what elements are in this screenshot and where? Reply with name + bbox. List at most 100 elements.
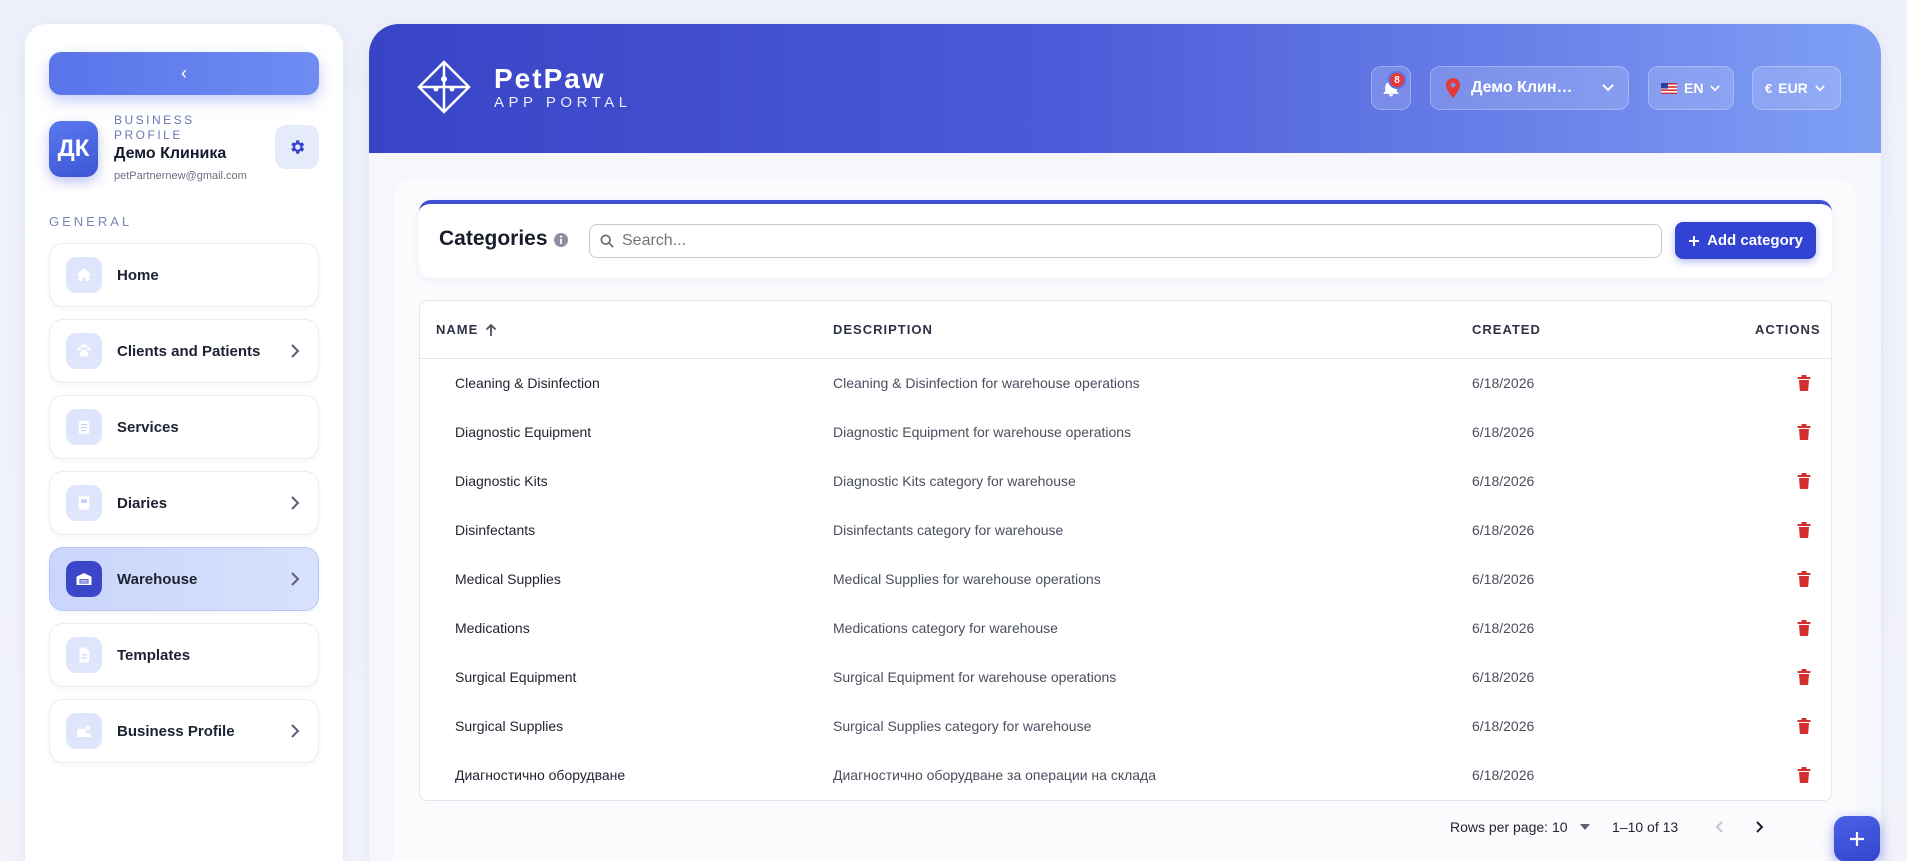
- caret-down-icon: [1579, 824, 1590, 830]
- cell-name: Medications: [455, 620, 530, 636]
- collapse-sidebar-button[interactable]: ‹: [49, 52, 319, 95]
- petpaw-logo-icon: [417, 60, 471, 114]
- categories-toolbar: Categories Add category: [419, 200, 1832, 278]
- cell-created: 6/18/2026: [1472, 718, 1535, 734]
- clinic-select-value: Демо Клин…: [1471, 79, 1573, 96]
- location-pin-icon: [1446, 78, 1460, 98]
- delete-icon[interactable]: [1797, 571, 1811, 587]
- profile-settings-button[interactable]: [275, 125, 319, 169]
- sidebar-item-templates[interactable]: Templates: [49, 623, 319, 687]
- book-icon: [66, 485, 102, 521]
- table-row[interactable]: Medications Medications category for ware…: [420, 604, 1831, 653]
- table-row[interactable]: Cleaning & Disinfection Cleaning & Disinf…: [420, 359, 1831, 408]
- cell-description: Surgical Supplies category for warehouse: [833, 718, 1092, 734]
- table-row[interactable]: Surgical Equipment Surgical Equipment for…: [420, 653, 1831, 702]
- brand-subtitle: APP PORTAL: [494, 93, 632, 111]
- sidebar-item-label: Home: [117, 266, 159, 284]
- cell-description: Surgical Equipment for warehouse operati…: [833, 669, 1117, 685]
- cell-created: 6/18/2026: [1472, 571, 1535, 587]
- plus-icon: [1850, 832, 1864, 846]
- sidebar-item-business-profile[interactable]: Business Profile: [49, 699, 319, 763]
- brand[interactable]: PetPaw APP PORTAL: [416, 59, 632, 115]
- chevron-right-icon: [291, 344, 300, 358]
- next-page-icon[interactable]: [1749, 817, 1769, 837]
- add-category-label: Add category: [1707, 232, 1803, 249]
- column-header-created: CREATED: [1472, 322, 1541, 337]
- column-header-name[interactable]: NAME: [436, 322, 497, 337]
- cell-name: Cleaning & Disinfection: [455, 375, 600, 391]
- sidebar-nav: Home Clients and Patients Services Diari…: [49, 243, 319, 763]
- delete-icon[interactable]: [1797, 620, 1811, 636]
- sidebar-item-clients-and-patients[interactable]: Clients and Patients: [49, 319, 319, 383]
- delete-icon[interactable]: [1797, 767, 1811, 783]
- chevron-down-icon: [1815, 84, 1825, 91]
- sidebar-item-diaries[interactable]: Diaries: [49, 471, 319, 535]
- floating-add-button[interactable]: [1834, 816, 1880, 861]
- search-field[interactable]: [589, 224, 1662, 258]
- rows-per-page-label: Rows per page:: [1450, 819, 1549, 835]
- profile-kicker: BUSINESS PROFILE: [114, 113, 195, 142]
- cell-description: Disinfectants category for warehouse: [833, 522, 1064, 538]
- cell-name: Disinfectants: [455, 522, 536, 538]
- rows-per-page-select[interactable]: 10: [1552, 819, 1590, 835]
- delete-icon[interactable]: [1797, 669, 1811, 685]
- table-row[interactable]: Surgical Supplies Surgical Supplies categ…: [420, 702, 1831, 751]
- sidebar-item-services[interactable]: Services: [49, 395, 319, 459]
- cell-created: 6/18/2026: [1472, 669, 1535, 685]
- column-header-label: NAME: [436, 322, 479, 337]
- add-category-button[interactable]: Add category: [1675, 222, 1816, 259]
- table-header: NAME DESCRIPTION CREATED ACTIONS: [420, 301, 1831, 359]
- column-header-actions: ACTIONS: [1755, 322, 1821, 337]
- sidebar-item-warehouse[interactable]: Warehouse: [49, 547, 319, 611]
- chevron-right-icon: [291, 496, 300, 510]
- delete-icon[interactable]: [1797, 718, 1811, 734]
- delete-icon[interactable]: [1797, 473, 1811, 489]
- table-row[interactable]: Диагностично оборудване Диагностично обор…: [420, 751, 1831, 800]
- cell-description: Medications category for warehouse: [833, 620, 1058, 636]
- sidebar-item-label: Business Profile: [117, 722, 235, 740]
- sort-arrow-up-icon: [486, 323, 497, 336]
- warehouse-icon: [66, 561, 102, 597]
- categories-card: Categories Add category NAME DE: [394, 179, 1857, 861]
- pagination-range: 1–10 of 13: [1612, 819, 1679, 835]
- categories-table: NAME DESCRIPTION CREATED ACTIONS Cleanin…: [419, 300, 1832, 801]
- delete-icon[interactable]: [1797, 522, 1811, 538]
- cell-created: 6/18/2026: [1472, 620, 1535, 636]
- cell-description: Diagnostic Equipment for warehouse opera…: [833, 424, 1132, 440]
- table-row[interactable]: Diagnostic Kits Diagnostic Kits category …: [420, 457, 1831, 506]
- currency-select[interactable]: € EUR: [1752, 66, 1841, 110]
- profile-email: petPartnernew@gmail.com: [114, 170, 247, 182]
- language-select[interactable]: EN: [1648, 66, 1734, 110]
- cell-name: Medical Supplies: [455, 571, 561, 587]
- search-input[interactable]: [622, 232, 1622, 250]
- business-profile-card: ДК BUSINESS PROFILE Демо Клиника petPart…: [49, 113, 319, 189]
- sidebar-item-home[interactable]: Home: [49, 243, 319, 307]
- cell-name: Surgical Supplies: [455, 718, 564, 734]
- previous-page-icon[interactable]: [1710, 817, 1730, 837]
- table-row[interactable]: Disinfectants Disinfectants category for …: [420, 506, 1831, 555]
- cell-name: Surgical Equipment: [455, 669, 577, 685]
- brand-name: PetPaw: [494, 62, 606, 94]
- app-header: PetPaw APP PORTAL 8 Демо Клин… EN € EUR: [369, 24, 1881, 153]
- main-panel: PetPaw APP PORTAL 8 Демо Клин… EN € EUR …: [369, 24, 1881, 861]
- clinic-select[interactable]: Демо Клин…: [1430, 66, 1629, 110]
- page-title: Categories: [439, 227, 548, 250]
- info-icon[interactable]: [553, 232, 569, 248]
- paw-icon: [66, 333, 102, 369]
- delete-icon[interactable]: [1797, 375, 1811, 391]
- profile-name: Демо Клиника: [114, 145, 227, 162]
- delete-icon[interactable]: [1797, 424, 1811, 440]
- sidebar-item-label: Clients and Patients: [117, 342, 261, 360]
- business-icon: [66, 713, 102, 749]
- chevron-down-icon: [1710, 84, 1721, 91]
- euro-icon: €: [1765, 80, 1773, 96]
- currency-select-value: EUR: [1778, 80, 1808, 96]
- cell-name: Диагностично оборудване: [455, 767, 626, 783]
- notifications-button[interactable]: 8: [1371, 66, 1411, 110]
- chevron-left-icon: ‹: [181, 63, 187, 83]
- cell-description: Диагностично оборудване за операции на с…: [833, 767, 1157, 783]
- notifications-badge: 8: [1388, 71, 1406, 89]
- cell-description: Cleaning & Disinfection for warehouse op…: [833, 375, 1140, 391]
- table-row[interactable]: Diagnostic Equipment Diagnostic Equipment…: [420, 408, 1831, 457]
- table-row[interactable]: Medical Supplies Medical Supplies for war…: [420, 555, 1831, 604]
